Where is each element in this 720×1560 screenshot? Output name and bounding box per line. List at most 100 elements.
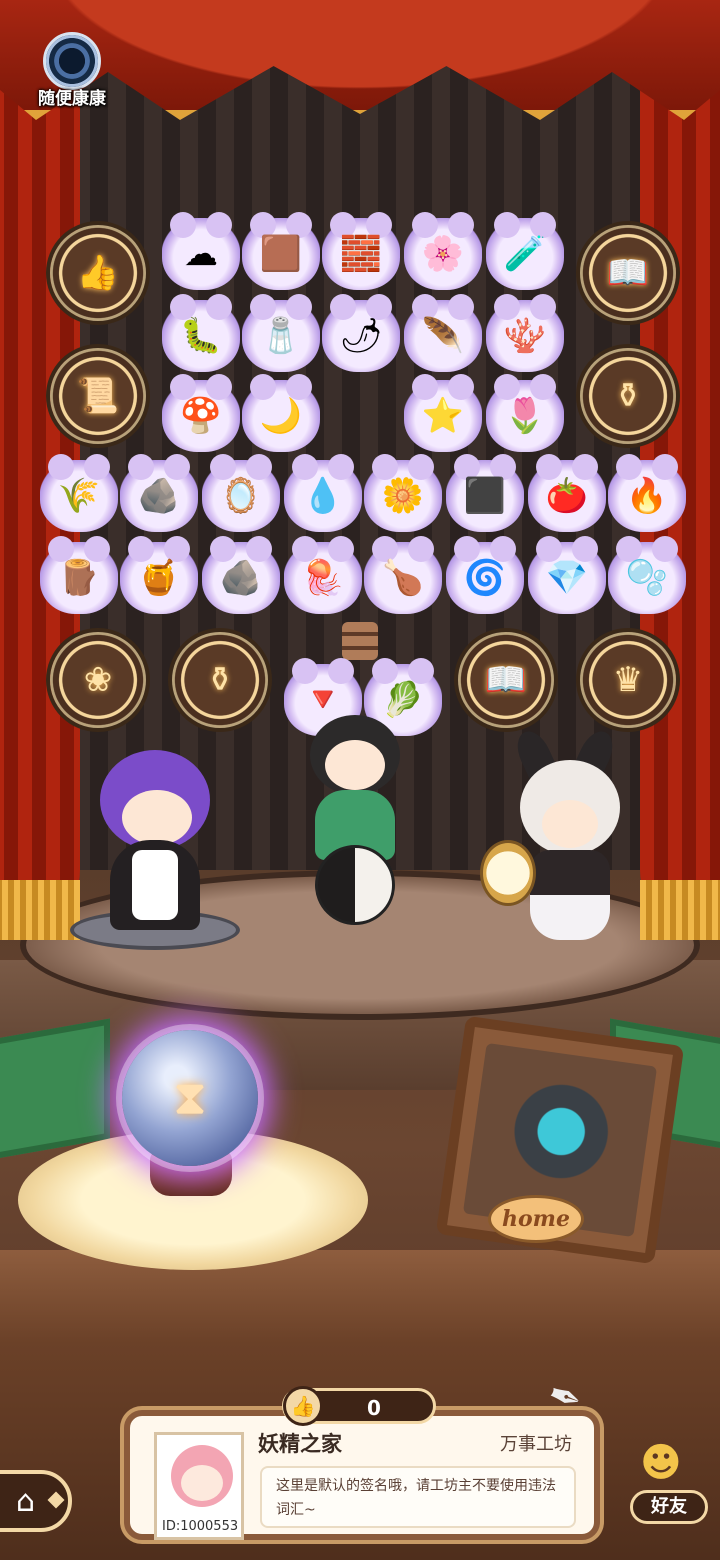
profile-tag: 万事工坊 — [500, 1434, 572, 1455]
avatar[interactable]: ID:1000553 — [154, 1432, 244, 1540]
honeycomb-icon: 🍯 — [137, 558, 181, 598]
slot-mirror[interactable]: 🪞 — [202, 454, 280, 532]
slot-chili[interactable]: 🌶 — [322, 294, 400, 372]
flint-icon: 🪨 — [137, 476, 181, 516]
star-icon: ⭐ — [421, 396, 465, 436]
medal-dress[interactable]: ♛ — [580, 632, 676, 728]
lava-rock-icon: 🔥 — [625, 476, 669, 516]
pebbles-icon: 🪨 — [219, 558, 263, 598]
thumbs-up-icon: 👍 — [283, 1386, 323, 1426]
drumstick-icon: 🍗 — [381, 558, 425, 598]
slot-lava-rock[interactable]: 🔥 — [608, 454, 686, 532]
salt-icon: 🧂 — [259, 316, 303, 356]
book-icon: 📖 — [484, 660, 528, 700]
blue-drop-icon: 🫧 — [625, 558, 669, 598]
feather-icon: 🪶 — [421, 316, 465, 356]
slot-purple-flower[interactable]: 🌸 — [404, 212, 482, 290]
game-scene: 随便康康 👍 📖 📜 ⚱ ❀ ⚱ 📖 ♛ ☁ 🟫 🧱 🌸 🧪 🐛 🧂 🌶 🪶 🪸… — [0, 0, 720, 1560]
slot-mud[interactable]: 🟫 — [242, 212, 320, 290]
slot-honeycomb[interactable]: 🍯 — [120, 536, 198, 614]
medal-flower[interactable]: ❀ — [50, 632, 146, 728]
tomato-icon: 🍅 — [545, 476, 589, 516]
home-button[interactable]: ⌂ — [0, 1470, 72, 1532]
slot-pebbles[interactable]: 🪨 — [202, 536, 280, 614]
slot-jellyfish[interactable]: 🪼 — [284, 536, 362, 614]
medal-thumbsup[interactable]: 👍 — [50, 225, 146, 321]
mushroom-icon: 🍄 — [179, 396, 223, 436]
medal-book-2[interactable]: 📖 — [458, 632, 554, 728]
wood-icon: 🪵 — [57, 558, 101, 598]
slot-mushroom[interactable]: 🍄 — [162, 374, 240, 452]
slot-slime[interactable]: 💧 — [284, 454, 362, 532]
slot-salt[interactable]: 🧂 — [242, 294, 320, 372]
slot-wood[interactable]: 🪵 — [40, 536, 118, 614]
medal-book[interactable]: 📖 — [580, 225, 676, 321]
blue-flower-icon: 🌀 — [463, 558, 507, 598]
slot-coal[interactable]: ⬛ — [446, 454, 524, 532]
slot-tomato[interactable]: 🍅 — [528, 454, 606, 532]
signature-text: 这里是默认的签名哦，请工坊主不要使用违法词汇~ — [260, 1466, 576, 1528]
medal-cauldron[interactable]: ⚱ — [580, 348, 676, 444]
lily-icon: 🌷 — [503, 396, 547, 436]
medal-scroll[interactable]: 📜 — [50, 348, 146, 444]
moon-icon: 🌙 — [259, 396, 303, 436]
mirror-icon: 🪞 — [219, 476, 263, 516]
slime-icon: 💧 — [301, 476, 345, 516]
cauldron-icon: ⚱ — [613, 376, 643, 416]
green-step-left — [0, 1018, 110, 1162]
crystal-icon: 💎 — [545, 558, 589, 598]
thumbs-up-icon: 👍 — [76, 253, 120, 293]
user-badge[interactable]: 随便康康 — [30, 32, 114, 109]
profile-panel: ID:1000553 妖精之家 万事工坊 这里是默认的签名哦，请工坊主不要使用违… — [124, 1410, 600, 1540]
dress-icon: ♛ — [612, 660, 644, 700]
bunny-girl-character[interactable] — [480, 726, 660, 960]
cotton-icon: ☁ — [184, 234, 218, 274]
leek-icon: 🥬 — [381, 680, 425, 720]
taoist-character[interactable] — [270, 715, 440, 935]
slot-blue-flower[interactable]: 🌀 — [446, 536, 524, 614]
slot-star[interactable]: ⭐ — [404, 374, 482, 452]
slot-crystal[interactable]: 💎 — [528, 536, 606, 614]
slot-copper-ore[interactable]: 🧱 — [322, 212, 400, 290]
slot-feather[interactable]: 🪶 — [404, 294, 482, 372]
purple-flower-icon: 🌸 — [421, 234, 465, 274]
hourglass-icon: ⧗ — [173, 1069, 207, 1126]
mud-icon: 🟫 — [259, 234, 303, 274]
slot-blue-drop[interactable]: 🫧 — [608, 536, 686, 614]
slot-drumstick[interactable]: 🍗 — [364, 536, 442, 614]
user-name: 随便康康 — [38, 89, 106, 109]
coal-icon: ⬛ — [463, 476, 507, 516]
friends-button[interactable]: ☻ 好友 — [620, 1440, 720, 1530]
arrow-icon — [47, 1491, 65, 1509]
book-icon: 📖 — [606, 253, 650, 293]
slot-moon[interactable]: 🌙 — [242, 374, 320, 452]
slot-coral[interactable]: 🪸 — [486, 294, 564, 372]
jellyfish-icon: 🪼 — [301, 558, 345, 598]
slot-cocoon[interactable]: 🐛 — [162, 294, 240, 372]
profile-title: 妖精之家 — [258, 1432, 342, 1456]
slot-cotton[interactable]: ☁ — [162, 212, 240, 290]
friends-label: 好友 — [630, 1490, 708, 1524]
medal-pot[interactable]: ⚱ — [172, 632, 268, 728]
like-count: 0 — [367, 1396, 381, 1420]
red-crystal-icon: 🔻 — [301, 680, 345, 720]
pot-icon: ⚱ — [205, 660, 235, 700]
slot-flint[interactable]: 🪨 — [120, 454, 198, 532]
flower-icon: ❀ — [83, 660, 113, 700]
maid-character[interactable] — [70, 750, 240, 950]
scroll-icon: 📜 — [76, 376, 120, 416]
chili-icon: 🌶 — [339, 316, 383, 356]
home-icon: ⌂ — [16, 1484, 36, 1519]
like-counter[interactable]: 👍 0 — [282, 1386, 436, 1426]
home-label: home — [488, 1195, 584, 1243]
cocoon-icon: 🐛 — [179, 316, 223, 356]
potion-icon: 🧪 — [503, 234, 547, 274]
friends-icon: ☻ — [640, 1440, 682, 1486]
slot-wheat[interactable]: 🌾 — [40, 454, 118, 532]
slot-potion[interactable]: 🧪 — [486, 212, 564, 290]
crystal-ball-button[interactable]: ⧗ — [122, 1030, 258, 1166]
dandelion-icon: 🌼 — [381, 476, 425, 516]
slot-dandelion[interactable]: 🌼 — [364, 454, 442, 532]
slot-lily[interactable]: 🌷 — [486, 374, 564, 452]
chain-link — [342, 622, 378, 660]
